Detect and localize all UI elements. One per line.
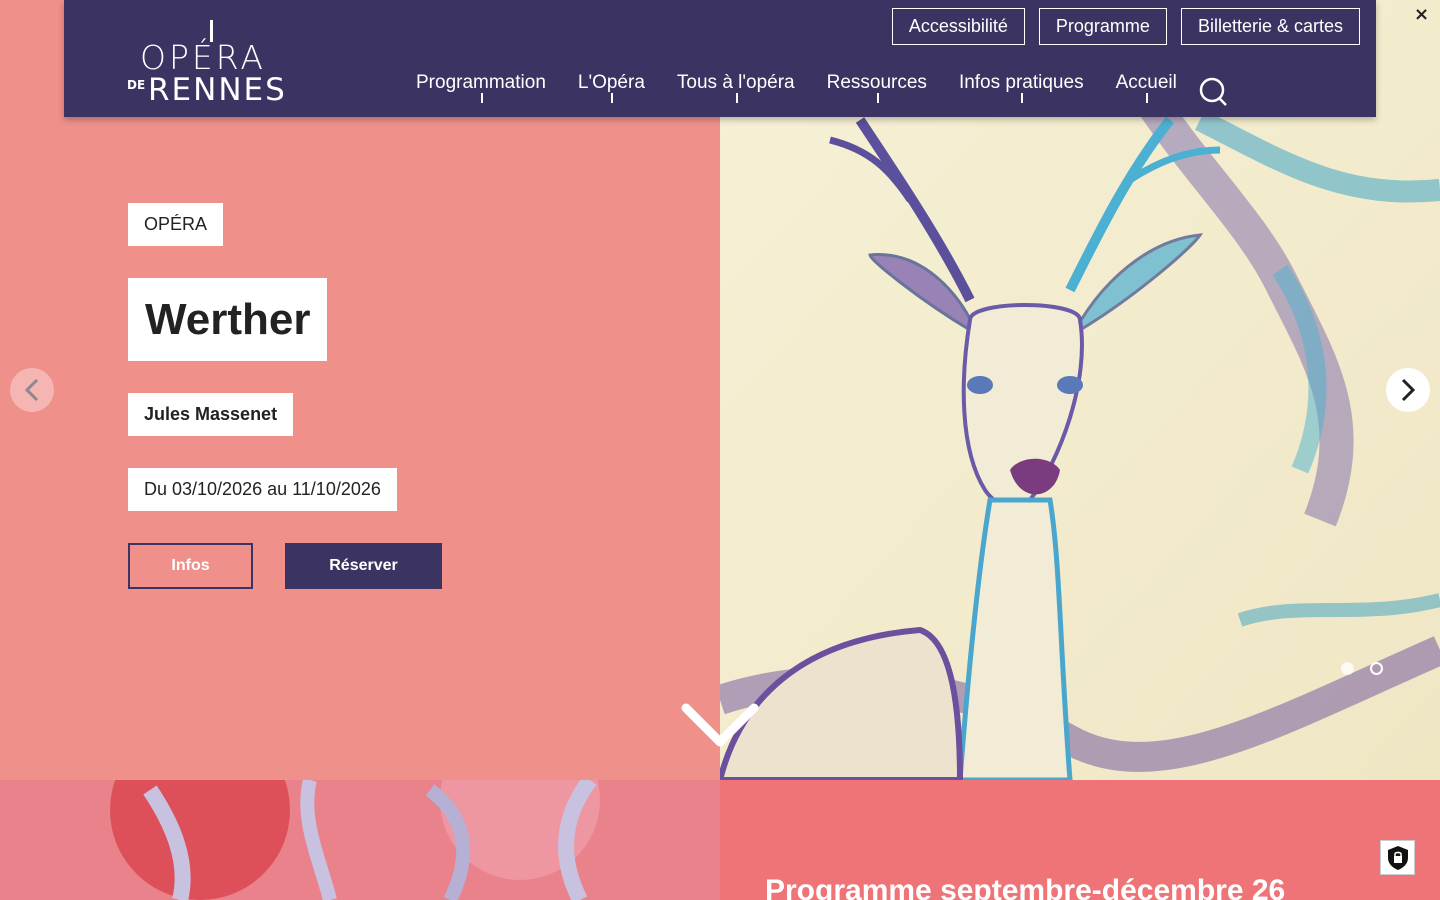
logo-text-de: DE: [127, 78, 146, 92]
event-dates: Du 03/10/2026 au 11/10/2026: [128, 468, 397, 511]
carousel-dot-1[interactable]: [1341, 662, 1354, 675]
event-title: Werther: [128, 278, 328, 361]
next-event-image: [0, 780, 720, 900]
nav-item-accueil[interactable]: Accueil: [1116, 72, 1177, 108]
programme-section-title[interactable]: Programme septembre-décembre 26: [765, 874, 1285, 900]
infos-button[interactable]: Infos: [128, 543, 253, 589]
shield-lock-icon: [1387, 845, 1408, 870]
carousel-next-button[interactable]: [1386, 368, 1430, 412]
hero-carousel: [0, 0, 1440, 780]
nav-item-tous-a-lopera[interactable]: Tous à l'opéra: [677, 72, 795, 108]
programme-link[interactable]: Programme: [1038, 8, 1167, 45]
hero-image-deer: [720, 0, 1440, 780]
hero-left-panel: [0, 0, 720, 780]
utility-links: Accessibilité Programme Billetterie & ca…: [891, 8, 1360, 45]
main-nav: Programmation L'Opéra Tous à l'opéra Res…: [416, 72, 1209, 108]
search-icon[interactable]: [1198, 76, 1232, 110]
event-composer: Jules Massenet: [128, 393, 294, 436]
nav-item-opera[interactable]: L'Opéra: [578, 72, 645, 108]
privacy-settings-button[interactable]: [1380, 840, 1415, 875]
scroll-down-chevron-icon[interactable]: [680, 702, 760, 750]
forest-illustration: [0, 780, 720, 900]
nav-item-programmation[interactable]: Programmation: [416, 72, 546, 108]
event-category-tag: OPÉRA: [128, 203, 224, 246]
close-icon[interactable]: ×: [1414, 4, 1429, 25]
programme-section: Programme septembre-décembre 26: [720, 780, 1440, 900]
opera-rennes-logo[interactable]: OPÉRA DE RENNES: [124, 18, 294, 108]
site-header: OPÉRA DE RENNES Accessibilité Programme …: [64, 0, 1376, 117]
carousel-prev-button[interactable]: [10, 368, 54, 412]
chevron-left-icon: [24, 378, 39, 402]
ticketing-link[interactable]: Billetterie & cartes: [1180, 8, 1360, 45]
deer-illustration: [720, 0, 1440, 780]
carousel-dot-2[interactable]: [1370, 662, 1383, 675]
nav-item-ressources[interactable]: Ressources: [827, 72, 927, 108]
reserve-button[interactable]: Réserver: [285, 543, 442, 589]
nav-item-infos-pratiques[interactable]: Infos pratiques: [959, 72, 1084, 108]
logo-text-rennes: RENNES: [148, 72, 287, 108]
accessibility-link[interactable]: Accessibilité: [891, 8, 1025, 45]
carousel-dots: [1341, 662, 1383, 675]
chevron-right-icon: [1401, 378, 1416, 402]
